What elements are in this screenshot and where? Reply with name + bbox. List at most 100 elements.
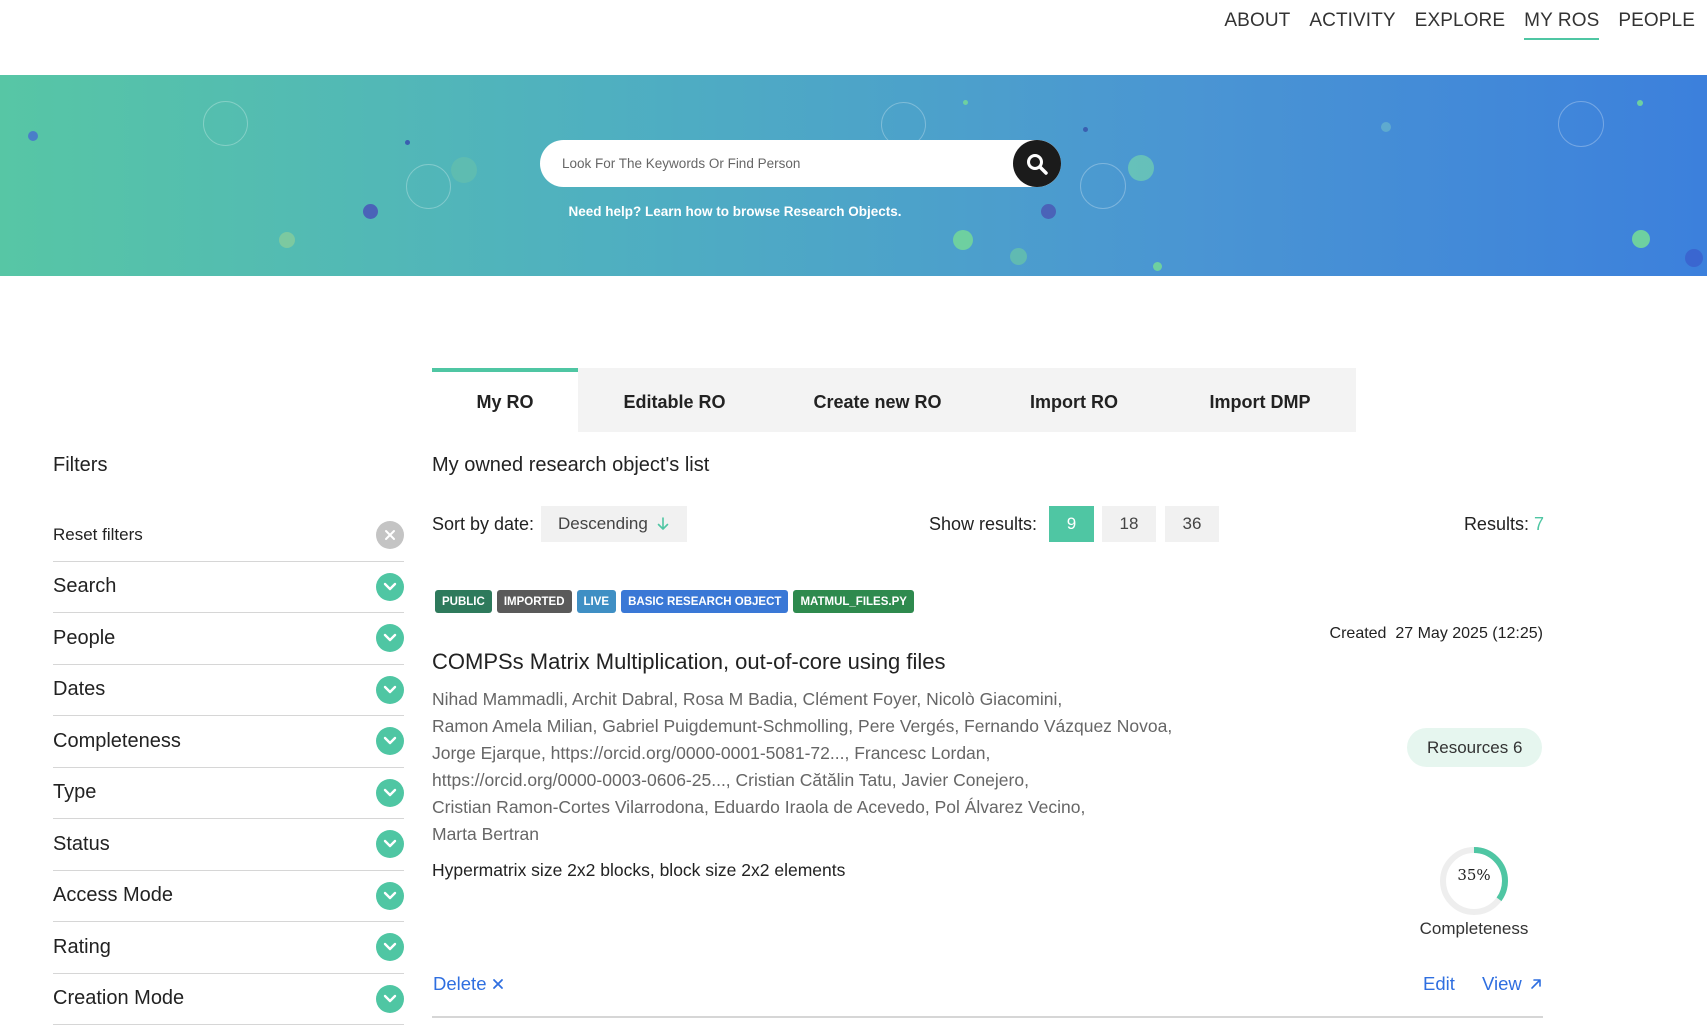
- chevron-down-icon: [376, 624, 404, 653]
- authors-line: Nihad Mammadli, Archit Dabral, Rosa M Ba…: [432, 689, 1063, 709]
- decor-dot: [963, 100, 968, 105]
- page-size-18-button[interactable]: 18: [1102, 506, 1156, 542]
- decor-dot: [1083, 127, 1088, 132]
- decor-dot: [28, 131, 38, 141]
- status-badge: MATMUL_FILES.PY: [793, 590, 914, 613]
- filter-label: Type: [53, 781, 97, 804]
- nav-about[interactable]: ABOUT: [1224, 10, 1290, 40]
- ro-tabs: My RO Editable RO Create new RO Import R…: [432, 368, 1356, 432]
- filter-access-mode[interactable]: Access Mode: [53, 871, 404, 922]
- edit-button[interactable]: Edit: [1423, 973, 1455, 995]
- chart-decor-icon: [1558, 101, 1604, 147]
- sort-order-value: Descending: [558, 514, 648, 533]
- status-badge: LIVE: [576, 590, 617, 613]
- authors-line: Cristian Ramon-Cortes Vilarrodona, Eduar…: [432, 797, 1086, 817]
- tab-create-new-ro[interactable]: Create new RO: [771, 368, 984, 432]
- nav-my-ros[interactable]: MY ROS: [1524, 10, 1600, 40]
- authors-line: Ramon Amela Milian, Gabriel Puigdemunt-S…: [432, 716, 1173, 736]
- decor-dot: [1632, 230, 1650, 248]
- list-title: My owned research object's list: [432, 454, 710, 476]
- created-label: Created: [1329, 625, 1387, 642]
- delete-label: Delete: [433, 973, 487, 994]
- view-label: View: [1482, 973, 1522, 994]
- tab-import-ro[interactable]: Import RO: [984, 368, 1164, 432]
- delete-button[interactable]: Delete: [433, 973, 504, 995]
- filter-label: Completeness: [53, 729, 181, 752]
- ro-authors: Nihad Mammadli, Archit Dabral, Rosa M Ba…: [432, 686, 1252, 848]
- ro-title[interactable]: COMPSs Matrix Multiplication, out-of-cor…: [432, 649, 946, 675]
- tab-import-dmp[interactable]: Import DMP: [1164, 368, 1356, 432]
- page-size-9-button[interactable]: 9: [1049, 506, 1094, 542]
- filter-completeness[interactable]: Completeness: [53, 716, 404, 768]
- results-count: Results: 7: [1464, 514, 1544, 535]
- chevron-down-icon: [376, 778, 404, 807]
- filter-creation-mode[interactable]: Creation Mode: [53, 974, 404, 1025]
- view-button[interactable]: View: [1482, 973, 1542, 995]
- created-date: Created 27 May 2025 (12:25): [1330, 625, 1543, 643]
- chevron-down-icon: [376, 572, 404, 601]
- filters-panel: Reset filters Search People Dates Comple…: [53, 510, 404, 1025]
- chevron-down-icon: [376, 675, 404, 704]
- page-size-36-button[interactable]: 36: [1165, 506, 1219, 542]
- filter-rating[interactable]: Rating: [53, 922, 404, 974]
- external-link-icon: [1530, 979, 1541, 989]
- filter-search[interactable]: Search: [53, 562, 404, 613]
- search-input[interactable]: [562, 140, 992, 187]
- chevron-down-icon: [376, 830, 404, 859]
- tab-editable-ro[interactable]: Editable RO: [578, 368, 771, 432]
- filter-people[interactable]: People: [53, 613, 404, 665]
- chevron-down-icon: [376, 727, 404, 756]
- reset-filters-button[interactable]: Reset filters: [53, 510, 404, 562]
- search-box: [540, 140, 1061, 187]
- chevron-down-icon: [376, 881, 404, 910]
- ro-badges: PUBLIC IMPORTED LIVE BASIC RESEARCH OBJE…: [435, 590, 914, 613]
- authors-line: Jorge Ejarque, https://orcid.org/0000-00…: [432, 743, 991, 763]
- completeness-percent: 35%: [1457, 866, 1491, 884]
- status-badge: PUBLIC: [435, 590, 492, 613]
- filters-title: Filters: [53, 454, 108, 476]
- show-results-label: Show results:: [929, 514, 1038, 534]
- wave-decor-icon: [1080, 163, 1126, 209]
- decor-dot: [405, 140, 410, 145]
- decor-dot: [451, 157, 477, 183]
- search-icon: [1027, 153, 1048, 175]
- search-button[interactable]: [1013, 140, 1061, 187]
- chart-decor-icon: [203, 101, 248, 146]
- filter-label: Search: [53, 575, 117, 598]
- chevron-down-icon: [376, 984, 404, 1013]
- filter-label: Creation Mode: [53, 987, 185, 1010]
- filter-dates[interactable]: Dates: [53, 665, 404, 716]
- filter-label: Rating: [53, 935, 111, 958]
- authors-line: Marta Bertran: [432, 824, 539, 844]
- chevron-down-icon: [376, 933, 404, 962]
- tab-my-ro[interactable]: My RO: [432, 368, 578, 432]
- reset-filters-label: Reset filters: [53, 525, 143, 545]
- filter-label: People: [53, 626, 116, 649]
- decor-dot: [1041, 204, 1056, 219]
- nav-explore[interactable]: EXPLORE: [1415, 10, 1505, 40]
- completeness-label: Completeness: [1419, 919, 1529, 938]
- filter-label: Dates: [53, 678, 106, 701]
- completeness-gauge: 35%: [1439, 846, 1509, 916]
- card-divider: [432, 1016, 1543, 1018]
- filter-type[interactable]: Type: [53, 768, 404, 819]
- decor-dot: [1685, 249, 1703, 267]
- status-badge: IMPORTED: [496, 590, 572, 613]
- nav-people[interactable]: PEOPLE: [1618, 10, 1695, 40]
- filter-status[interactable]: Status: [53, 819, 404, 871]
- decor-dot: [1637, 100, 1643, 106]
- nav-activity[interactable]: ACTIVITY: [1309, 10, 1395, 40]
- resources-badge[interactable]: Resources 6: [1407, 728, 1543, 767]
- decor-dot: [1010, 248, 1027, 265]
- close-icon: [376, 521, 404, 550]
- ro-description: Hypermatrix size 2x2 blocks, block size …: [432, 860, 846, 880]
- help-link[interactable]: Need help? Learn how to browse Research …: [540, 204, 930, 219]
- filter-label: Access Mode: [53, 884, 174, 907]
- results-number: 7: [1533, 514, 1544, 534]
- created-value: 27 May 2025 (12:25): [1395, 625, 1543, 642]
- decor-dot: [279, 232, 295, 248]
- arrow-down-icon: [657, 517, 669, 530]
- decor-dot: [953, 230, 973, 250]
- sort-order-button[interactable]: Descending: [541, 506, 687, 542]
- authors-line: https://orcid.org/0000-0003-0606-25..., …: [432, 770, 1029, 790]
